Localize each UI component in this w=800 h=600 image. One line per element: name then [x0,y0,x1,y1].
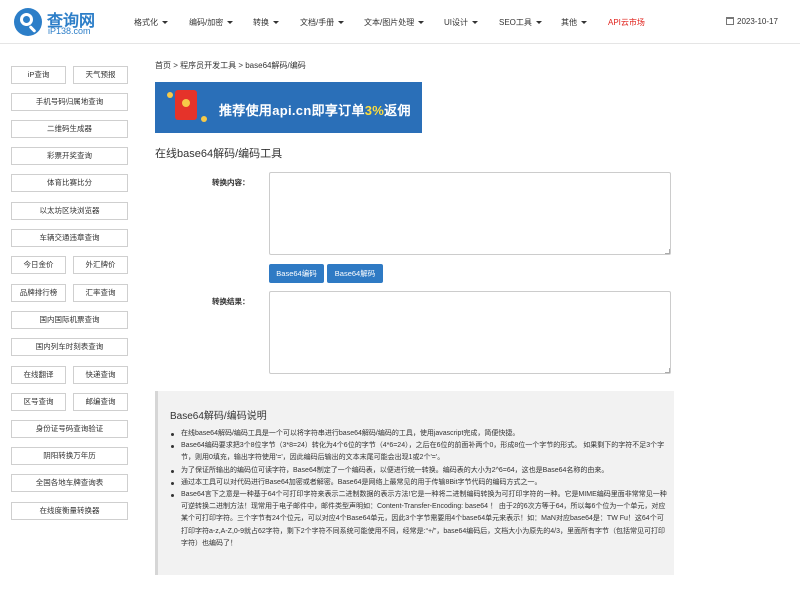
nav-api-market[interactable]: API云市场 [608,17,645,28]
nav-label: 格式化 [134,18,158,27]
nav-ui-design[interactable]: UI设计 [444,17,478,28]
current-date: 2023-10-17 [726,17,778,26]
banner-prefix: 推荐使用api.cn即享订单 [219,103,365,118]
sidebar-item-brand[interactable]: 品牌排行榜 [11,284,66,302]
sidebar-item-traffic[interactable]: 车辆交通违章查询 [11,229,128,247]
sidebar-item-ethereum[interactable]: 以太坊区块浏览器 [11,202,128,220]
nav-format[interactable]: 格式化 [134,17,168,28]
sidebar-item-express[interactable]: 快递查询 [73,366,128,384]
sidebar-item-trains[interactable]: 国内列车时刻表查询 [11,338,128,356]
input-textarea[interactable] [269,172,671,255]
nav-label: 文档/手册 [300,18,335,27]
sidebar-item-phone[interactable]: 手机号码归属地查询 [11,93,128,111]
description-title: Base64解码/编码说明 [170,411,267,422]
promo-banner[interactable]: 推荐使用api.cn即享订单3%返佣 [155,82,422,133]
input-label: 转换内容： [212,178,250,187]
sidebar-item-forex[interactable]: 外汇牌价 [73,256,128,274]
sidebar-item-units[interactable]: 在线度衡量转换器 [11,502,128,520]
nav-label: UI设计 [444,18,468,27]
nav-other[interactable]: 其他 [561,17,587,28]
coin-icon [201,116,207,122]
output-textarea[interactable] [269,291,671,374]
banner-suffix: 返佣 [384,103,411,118]
chevron-down-icon [472,21,478,25]
nav-label: SEO工具 [499,18,532,27]
sidebar-item-qrcode[interactable]: 二维码生成器 [11,120,128,138]
chevron-down-icon [273,21,279,25]
banner-text: 推荐使用api.cn即享订单3%返佣 [219,100,411,119]
site-logo[interactable]: 查询网 iP138.com [14,8,95,38]
sidebar-item-areacode[interactable]: 区号查询 [11,393,66,411]
sidebar-item-flights[interactable]: 国内国际机票查询 [11,311,128,329]
base64-decode-button[interactable]: Base64解码 [327,264,383,283]
sidebar-item-ip[interactable]: iP查询 [11,66,66,84]
list-item: Base64言下之意是一种基于64个可打印字符来表示二进制数据的表示方法!它是一… [170,489,670,550]
sidebar-item-sports[interactable]: 体育比赛比分 [11,174,128,192]
description-list: 在线base64解码/编码工具是一个可以将字符串进行base64解码/编码的工具… [170,428,670,550]
chevron-down-icon [535,21,542,25]
chevron-down-icon [581,21,587,25]
sidebar-item-calendar[interactable]: 阴阳转换万年历 [11,447,128,465]
sidebar-item-weather[interactable]: 天气预报 [73,66,128,84]
nav-label: 其他 [561,18,577,27]
magnifier-icon [14,8,42,36]
sidebar-item-lottery[interactable]: 彩票开奖查询 [11,147,128,165]
logo-subtitle: iP138.com [48,26,91,36]
nav-docs[interactable]: 文档/手册 [300,17,345,28]
sidebar-item-exchange[interactable]: 汇率查询 [73,284,128,302]
sidebar-item-postcode[interactable]: 邮编查询 [73,393,128,411]
sidebar-item-plates[interactable]: 全国各地车牌查询表 [11,474,128,492]
nav-label: 文本/图片处理 [364,18,415,27]
base64-encode-button[interactable]: Base64编码 [269,264,324,283]
site-header: 查询网 iP138.com 格式化 编码/加密 转换 文档/手册 文本/图片处理… [0,0,800,44]
sidebar-item-translate[interactable]: 在线翻译 [11,366,66,384]
page-title: 在线base64解码/编码工具 [155,148,283,160]
list-item: Base64编码要求把3个8位字节（3*8=24）转化为4个6位的字节（4*6=… [170,440,670,464]
coin-icon [167,92,173,98]
list-item: 通过本工具可以对代码进行Base64加密或者解密。Base64是网络上最常见的用… [170,477,670,489]
nav-seo[interactable]: SEO工具 [499,17,542,28]
calendar-icon [726,17,734,25]
banner-highlight: 3% [364,103,385,118]
nav-convert[interactable]: 转换 [253,17,279,28]
chevron-down-icon [227,21,234,25]
list-item: 为了保证所输出的编码位可读字符，Base64制定了一个编码表，以便进行统一转换。… [170,465,670,477]
chevron-down-icon [162,21,168,25]
nav-label: 转换 [253,18,269,27]
sidebar-item-idcard[interactable]: 身份证号码查询验证 [11,420,128,438]
main-content: 首页 > 程序员开发工具 > base64解码/编码 推荐使用api.cn即享订… [139,44,800,600]
nav-encode[interactable]: 编码/加密 [189,17,234,28]
chevron-down-icon [418,21,425,25]
sidebar-item-gold[interactable]: 今日金价 [11,256,66,274]
nav-text-image[interactable]: 文本/图片处理 [364,17,425,28]
output-label: 转换结果： [212,297,250,306]
breadcrumb: 首页 > 程序员开发工具 > base64解码/编码 [155,61,306,70]
list-item: 在线base64解码/编码工具是一个可以将字符串进行base64解码/编码的工具… [170,428,670,440]
description-panel: Base64解码/编码说明 在线base64解码/编码工具是一个可以将字符串进行… [155,391,674,575]
red-envelope-icon [175,90,197,120]
nav-label: 编码/加密 [189,18,224,27]
chevron-down-icon [338,21,345,25]
sidebar: iP查询 天气预报 手机号码归属地查询 二维码生成器 彩票开奖查询 体育比赛比分… [0,44,139,600]
date-text: 2023-10-17 [737,17,778,26]
